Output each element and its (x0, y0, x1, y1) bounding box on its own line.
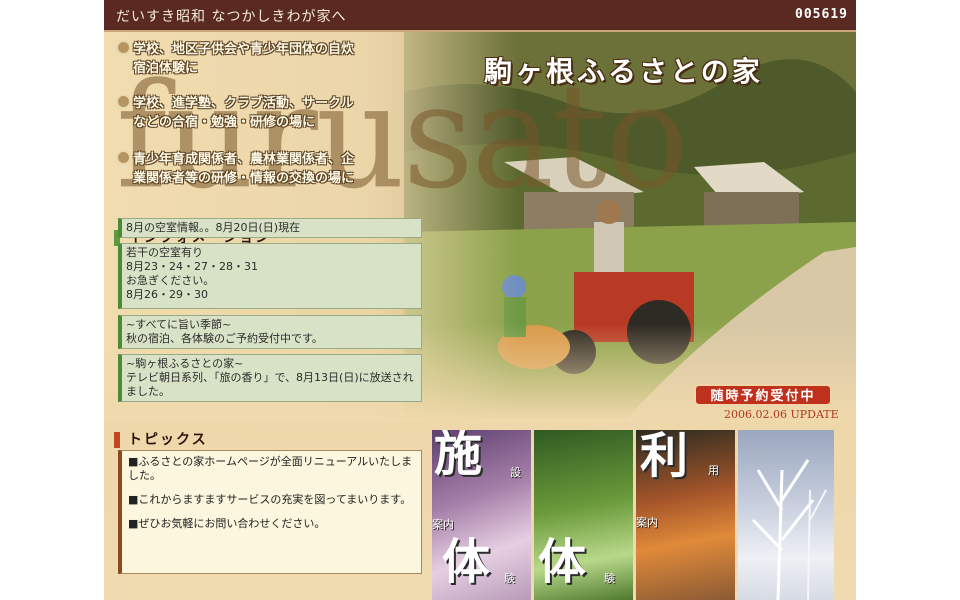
topic-item: ■これからますますサービスの充実を図ってまいります。 (128, 493, 412, 506)
tv-broadcast-notice: ~駒ヶ根ふるさとの家~ テレビ朝日系列、「旅の香り」で、8月13日(日)に放送さ… (118, 354, 422, 402)
topic-item: ■ふるさとの家ホームページが全面リニューアルいたしました。 (128, 455, 413, 482)
purpose-item: 学校、進学塾、クラブ活動、サークル などの合宿・勉強・研修の場に (116, 94, 426, 132)
vacancy-details: 若干の空室有り 8月23・24・27・28・31 お急ぎください。 8月26・2… (118, 243, 422, 309)
page: だいすき昭和 なつかしきわが家へ 005619 furusato 駒ヶ根ふるさと… (104, 0, 856, 600)
topics-list: ■ふるさとの家ホームページが全面リニューアルいたしました。 ■これからますますサ… (118, 450, 422, 574)
experience-tile[interactable]: 体 験 (534, 430, 633, 600)
circle-bullet-icon (116, 150, 131, 165)
vacancy-notice: 8月の空室情報。。8月20日(日)現在 (118, 218, 422, 238)
facility-guide-tile[interactable]: 施 設 案内 体 験 (432, 430, 531, 600)
hero-banner: furusato 駒ヶ根ふるさとの家 学校、地区子供会や青少年団体の自炊 宿泊体… (104, 32, 856, 422)
purpose-item: 学校、地区子供会や青少年団体の自炊 宿泊体験に (116, 40, 426, 78)
site-title: 駒ヶ根ふるさとの家 (484, 55, 763, 88)
circle-bullet-icon (116, 94, 131, 109)
bare-tree-icon (751, 459, 827, 600)
winter-photo-tile[interactable] (738, 430, 834, 600)
season-notice: ~すべてに旨い季節~ 秋の宿泊、各体験のご予約受付中です。 (118, 315, 422, 349)
circle-bullet-icon (116, 40, 131, 55)
usage-guide-tile[interactable]: 利 用 案内 (636, 430, 735, 600)
topics-heading: トピックス (114, 432, 208, 448)
header-bar: だいすき昭和 なつかしきわが家へ 005619 (104, 0, 856, 32)
update-date: 2006.02.06 UPDATE (724, 408, 839, 421)
site-tagline: だいすき昭和 なつかしきわが家へ (116, 9, 347, 25)
reservation-button[interactable]: 随時予約受付中 (694, 384, 832, 406)
topic-item: ■ぜひお気軽にお問い合わせください。 (128, 517, 326, 530)
purpose-item: 青少年育成関係者、農林業関係者、企 業関係者等の研修・情報の交換の場に (116, 150, 426, 188)
visitor-counter: 005619 (795, 7, 848, 22)
